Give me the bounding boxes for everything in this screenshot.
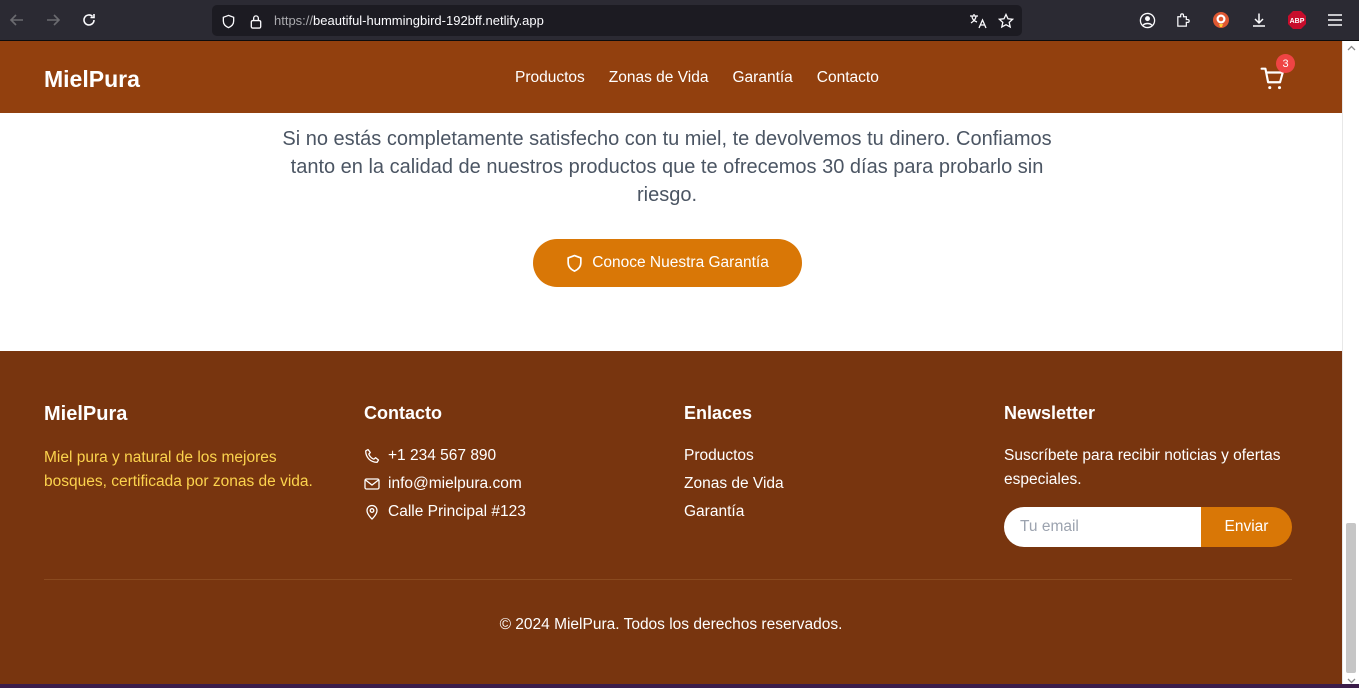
newsletter-title: Newsletter — [1004, 403, 1096, 423]
footer-contact-title: Contacto — [364, 403, 442, 423]
site-logo[interactable]: MielPura — [44, 66, 140, 93]
url-bar[interactable]: https://beautiful-hummingbird-192bff.net… — [212, 5, 1022, 36]
duckduckgo-extension-icon[interactable] — [1211, 10, 1231, 30]
page-scrollbar[interactable] — [1342, 41, 1359, 688]
footer-newsletter-column: Newsletter Suscríbete para recibir notic… — [1004, 403, 1294, 547]
guarantee-text: Si no estás completamente satisfecho con… — [282, 128, 1052, 206]
footer-contact-column: Contacto +1 234 567 890 info@mielpura.co… — [364, 403, 526, 528]
contact-address: Calle Principal #123 — [364, 496, 526, 528]
back-button[interactable] — [7, 10, 27, 30]
nav-link-zonas-de-vida[interactable]: Zonas de Vida — [609, 69, 709, 87]
contact-list: +1 234 567 890 info@mielpura.com Calle P… — [364, 440, 526, 528]
arrow-right-icon — [47, 14, 61, 26]
adblock-label: ABP — [1290, 18, 1305, 25]
main-nav: Productos Zonas de Vida Garantía Contact… — [515, 69, 879, 87]
reload-icon — [83, 14, 95, 26]
puzzle-icon[interactable] — [1173, 10, 1193, 30]
contact-email-text[interactable]: info@mielpura.com — [388, 475, 522, 493]
adblock-plus-extension-icon[interactable]: ABP — [1287, 10, 1307, 30]
url-text[interactable]: https://beautiful-hummingbird-192bff.net… — [274, 13, 544, 28]
footer-links-column: Enlaces Productos Zonas de Vida Garantía — [684, 403, 784, 528]
newsletter-description: Suscríbete para recibir noticias y ofert… — [1004, 447, 1281, 488]
translate-icon[interactable] — [969, 12, 987, 30]
forward-button[interactable] — [43, 10, 63, 30]
browser-toolbar: https://beautiful-hummingbird-192bff.net… — [0, 0, 1359, 41]
footer-copyright: © 2024 MielPura. Todos los derechos rese… — [499, 616, 843, 633]
footer-divider — [44, 579, 1292, 580]
map-pin-icon — [366, 504, 378, 520]
newsletter-form: Enviar — [1004, 507, 1292, 547]
nav-link-garantia[interactable]: Garantía — [732, 69, 792, 87]
guarantee-button-label: Conoce Nuestra Garantía — [592, 254, 769, 271]
shield-icon[interactable] — [219, 12, 237, 30]
account-icon[interactable] — [1137, 10, 1157, 30]
footer-brand: MielPura — [44, 403, 128, 425]
footer-description: Miel pura y natural de los mejores bosqu… — [44, 449, 313, 490]
newsletter-submit-button[interactable]: Enviar — [1201, 507, 1292, 547]
footer-brand-column: MielPura Miel pura y natural de los mejo… — [44, 403, 334, 494]
download-icon[interactable] — [1249, 10, 1269, 30]
url-host: beautiful-hummingbird-192bff.netlify.app — [313, 13, 544, 28]
guarantee-button[interactable]: Conoce Nuestra Garantía — [533, 239, 802, 287]
arrow-left-icon — [9, 14, 23, 26]
hamburger-menu-icon[interactable] — [1325, 10, 1345, 30]
footer-links-list: Productos Zonas de Vida Garantía — [684, 440, 784, 528]
url-prefix: https:// — [274, 13, 314, 28]
lock-icon[interactable] — [247, 12, 265, 30]
footer-links-title: Enlaces — [684, 403, 753, 423]
phone-icon — [365, 448, 380, 463]
nav-link-contacto[interactable]: Contacto — [817, 69, 879, 87]
contact-address-text: Calle Principal #123 — [388, 503, 526, 520]
site-footer: MielPura Miel pura y natural de los mejo… — [0, 351, 1342, 688]
scroll-up-icon[interactable] — [1347, 45, 1356, 51]
footer-link-garantia[interactable]: Garantía — [684, 496, 784, 528]
mail-icon — [364, 478, 380, 490]
site-header: MielPura Productos Zonas de Vida Garantí… — [0, 41, 1342, 113]
shield-icon — [567, 254, 582, 272]
cart-count-badge: 3 — [1276, 54, 1295, 73]
reload-button[interactable] — [79, 10, 99, 30]
nav-link-productos[interactable]: Productos — [515, 69, 585, 87]
contact-phone-text: +1 234 567 890 — [388, 447, 497, 464]
newsletter-email-input[interactable] — [1004, 507, 1201, 547]
scrollbar-thumb[interactable] — [1346, 523, 1356, 673]
star-icon[interactable] — [997, 12, 1015, 30]
taskbar-strip — [0, 684, 1359, 688]
